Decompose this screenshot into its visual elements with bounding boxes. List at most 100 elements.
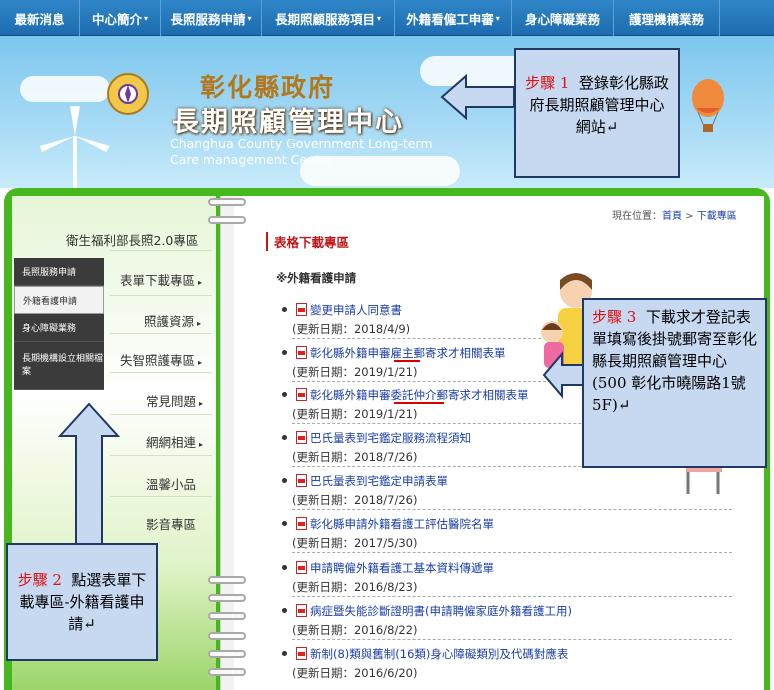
step-label: 步驟 1: [525, 74, 570, 92]
hot-air-balloon-icon: [692, 79, 724, 132]
nav-about[interactable]: 中心簡介 ▾: [80, 0, 161, 36]
sidebar-item-label: 失智照護專區: [120, 353, 196, 368]
doc-update-date: (更新日期：2017/5/30): [292, 536, 418, 550]
divider: [110, 496, 212, 497]
pdf-icon: [296, 647, 307, 660]
banner-english-line2: Care management Center: [170, 152, 333, 167]
arrow-up-icon: [58, 402, 120, 545]
nav-nursing[interactable]: 護理機構業務: [614, 0, 720, 36]
binder-ring: [208, 594, 246, 602]
bullet-icon: [282, 350, 287, 355]
submenu-item-foreign-care[interactable]: 外籍看護申請: [14, 286, 104, 314]
doc-link[interactable]: 病症暨失能診斷證明書(申請聘僱家庭外籍看護工用): [310, 603, 572, 619]
binder-ring: [208, 650, 246, 658]
caret-down-icon: ▾: [144, 13, 149, 23]
sidebar-item-label: 影音專區: [146, 517, 197, 532]
pdf-icon: [296, 388, 307, 401]
submenu-label: 長期機構設立相關檔案: [22, 353, 104, 377]
nav-foreign-care[interactable]: 外籍看僱工申審 ▾: [395, 0, 512, 36]
nav-label: 最新消息: [14, 11, 65, 27]
doc-update-date: (更新日期：2018/4/9): [292, 322, 411, 336]
divider: [110, 455, 212, 456]
binder-ring: [208, 668, 246, 676]
callout-step1: 步驟 1 登錄彰化縣政府長期照顧管理中心網站↵: [514, 48, 680, 178]
submenu-label: 長照服務申請: [22, 268, 77, 278]
top-nav: 最新消息 中心簡介 ▾ 長照服務申請 ▾ 長期照顧服務項目 ▾ 外籍看僱工申審 ▾ 身心…: [0, 0, 774, 36]
step-label: 步驟 3: [592, 308, 637, 326]
doc-link[interactable]: 變更申請人同意書: [310, 302, 402, 318]
sidebar-item-label: 溫馨小品: [146, 477, 197, 492]
doc-link[interactable]: 巴氏量表到宅鑑定服務流程須知: [310, 430, 471, 446]
pdf-icon: [296, 604, 307, 617]
bullet-icon: [282, 651, 287, 656]
arrow-right-icon: ▸: [199, 440, 204, 449]
arrow-left-icon: [542, 351, 584, 399]
sidebar-item-video[interactable]: 影音專區: [146, 514, 196, 533]
doc-link[interactable]: 彰化縣外籍申審委託仲介郵寄求才相關表單: [310, 387, 529, 403]
sidebar-item-faq[interactable]: 常見問題 ▸: [146, 391, 203, 410]
bullet-icon: [282, 478, 287, 483]
sidebar-promo-label: 衛生福利部長照2.0專區: [66, 233, 199, 248]
nav-news[interactable]: 最新消息: [0, 0, 80, 36]
doc-link[interactable]: 彰化縣外籍申審雇主郵寄求才相關表單: [310, 345, 506, 361]
doc-link[interactable]: 彰化縣申請外籍看護工評估醫院名單: [310, 516, 494, 532]
nav-label: 長照服務申請: [170, 11, 246, 27]
nav-disability[interactable]: 身心障礙業務: [512, 0, 614, 36]
binder-ring: [208, 198, 246, 206]
doc-update-date: (更新日期：2016/8/23): [292, 580, 418, 594]
highlight-underline: [394, 360, 420, 362]
doc-link[interactable]: 申請聘僱外籍看護工基本資料傳遞單: [310, 560, 494, 576]
sidebar-item-care-resources[interactable]: 照護資源 ▸: [144, 311, 201, 330]
divider: [110, 414, 212, 415]
callout-step3: 步驟 3 下載求才登記表單填寫後掛號郵寄至彰化縣長期照顧管理中心(500 彰化市…: [582, 298, 767, 468]
return-mark: ↵: [83, 615, 96, 633]
section-title: ※外籍看護申請: [276, 271, 357, 285]
arrow-right-icon: ▸: [198, 278, 203, 287]
doc-link[interactable]: 新制(8)類與舊制(16類)身心障礙類別及代碼對應表: [310, 646, 568, 662]
banner-title-line1: 彰化縣政府: [200, 73, 336, 102]
nav-label: 身心障礙業務: [524, 11, 600, 27]
banner-title-line2: 長期照顧管理中心: [172, 107, 404, 138]
doc-update-date: (更新日期：2016/6/20): [292, 666, 418, 680]
pdf-icon: [296, 303, 307, 316]
caret-down-icon: ▾: [377, 13, 382, 23]
sidebar-item-warm-articles[interactable]: 溫馨小品: [146, 474, 196, 493]
sidebar-item-dementia[interactable]: 失智照護專區 ▸: [120, 350, 202, 369]
breadcrumb-separator: >: [682, 211, 697, 222]
binder-ring: [208, 576, 246, 584]
divider: [110, 295, 212, 296]
breadcrumb-home-link[interactable]: 首頁: [662, 211, 682, 222]
submenu-label: 身心障礙業務: [22, 324, 77, 334]
return-mark: ↵: [605, 118, 619, 136]
bullet-icon: [282, 307, 287, 312]
submenu-item-disability[interactable]: 身心障礙業務: [14, 314, 104, 342]
doc-link[interactable]: 巴氏量表到宅鑑定申請表單: [310, 473, 448, 489]
sidebar-promo-ltc20[interactable]: 衛生福利部長照2.0專區: [66, 230, 198, 249]
nav-service-apply[interactable]: 長照服務申請 ▾: [161, 0, 262, 36]
sidebar-item-label: 網網相連: [146, 435, 197, 450]
sidebar-item-label: 表單下載專區: [120, 273, 196, 288]
submenu-label: 外籍看護申請: [23, 296, 78, 307]
pdf-icon: [296, 431, 307, 444]
nav-label: 長期照顧服務項目: [274, 11, 375, 27]
submenu-item-ltc-apply[interactable]: 長照服務申請: [14, 258, 104, 286]
cloud-decoration: [20, 76, 110, 102]
binder-ring: [208, 612, 246, 620]
windmill-icon: [40, 106, 110, 188]
bullet-icon: [282, 608, 287, 613]
divider: [110, 250, 212, 251]
sidebar-item-links[interactable]: 網網相連 ▸: [146, 432, 203, 451]
divider: [110, 333, 212, 334]
submenu-item-institution[interactable]: 長期機構設立相關檔案: [14, 342, 104, 390]
divider: [292, 639, 732, 640]
divider: [292, 509, 732, 510]
pdf-icon: [296, 517, 307, 530]
nav-label: 中心簡介: [91, 11, 142, 27]
divider: [292, 552, 732, 553]
binder-ring: [208, 216, 246, 224]
breadcrumb-current[interactable]: 下載專區: [697, 211, 737, 222]
nav-label: 護理機構業務: [628, 11, 704, 27]
binder-ring: [208, 632, 246, 640]
nav-service-items[interactable]: 長期照顧服務項目 ▾: [262, 0, 395, 36]
sidebar-item-form-download[interactable]: 表單下載專區 ▸: [120, 270, 202, 289]
